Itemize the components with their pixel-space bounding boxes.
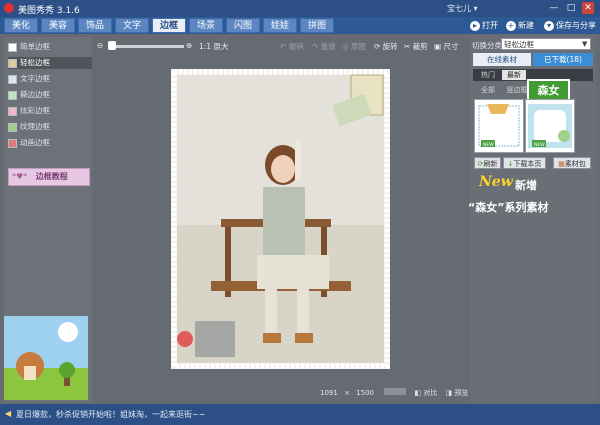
image-height: 1500 [356,389,374,397]
frame-category-texture[interactable]: 纹理边框 [8,121,92,133]
maximize-button[interactable]: □ [565,2,577,14]
filter-all[interactable]: 全部 [476,85,500,95]
frame-category-text[interactable]: 文字边框 [8,73,92,85]
save-icon: ▾ [544,21,554,31]
frame-preview-image: NEW [528,104,572,148]
sparkle-icon: *♥* [12,172,28,181]
promo-add-label: 新增 [515,179,537,192]
times-sign: × [344,389,350,397]
material-pack-button[interactable]: ▦素材包 [553,157,591,169]
ad-thumbnail[interactable] [4,316,88,400]
image-width: 1091 [320,389,338,397]
frame-icon [8,90,17,100]
compare-button[interactable]: ◧ 对比 [414,389,437,397]
zoom-out-icon[interactable]: ⊖ [97,41,103,50]
tab-scene[interactable]: 场景 [189,18,223,33]
actual-size-button[interactable]: 1:1 原大 [199,41,228,52]
tab-online-materials[interactable]: 在线素材 [473,53,531,66]
frame-icon [8,58,17,68]
download-page-button[interactable]: ↓下载本页 [503,157,546,169]
undo-button[interactable]: ↶ 撤销 [280,41,304,52]
tab-text[interactable]: 文字 [115,18,149,33]
plus-icon: + [506,21,516,31]
reset-button[interactable]: ◎ 原图 [342,41,366,52]
user-menu[interactable]: 宝七儿 ▾ [447,3,478,14]
tab-flash[interactable]: 闪图 [226,18,260,33]
frame-category-torn[interactable]: 撕边边框 [8,89,92,101]
category-select[interactable]: 轻松边框 [501,38,591,50]
crop-button[interactable]: ✂ 裁剪 [404,41,428,52]
redo-button[interactable]: ↷ 重做 [312,41,336,52]
zoom-in-icon[interactable]: ⊕ [186,41,192,50]
status-bar: ◀ 夏日爆款，秒杀促销开始啦！姐妹淘，一起来逛街~~ [0,404,600,425]
frame-preview-image: NEW [478,104,520,148]
frame-category-simple[interactable]: 简单边框 [8,41,92,53]
filter-hot[interactable]: 热门 [476,70,500,80]
svg-text:NEW: NEW [483,142,494,148]
frame-tutorial-button[interactable]: *♥* 边框教程 [8,168,90,186]
refresh-button[interactable]: ⟳刷新 [474,157,501,169]
tab-accessories[interactable]: 饰品 [78,18,112,33]
tab-collage[interactable]: 拼图 [300,18,334,33]
size-button[interactable]: ▣ 尺寸 [434,41,458,52]
svg-text:NEW: NEW [534,142,545,148]
chevron-down-icon[interactable]: ▼ [582,40,587,48]
save-share-button[interactable]: ▾ 保存与分享 [544,20,596,31]
frame-icon [8,138,17,148]
tab-frame[interactable]: 边框 [152,18,186,33]
preview-button[interactable]: ◨ 预览 [446,389,469,397]
new-button[interactable]: + 新建 [506,20,534,31]
image-size-bar: 1091 × 1500 ◧ 对比 ◨ 预览 [320,388,468,398]
tab-face[interactable]: 美容 [41,18,75,33]
frame-icon [8,122,17,132]
frame-category-colorful[interactable]: 炫彩边框 [8,105,92,117]
package-icon: ▦ [558,160,565,168]
rotate-button[interactable]: ⟳ 旋转 [374,41,398,52]
frame-icon [8,42,17,52]
filter-latest[interactable]: 最新 [502,70,526,80]
zoom-slider[interactable] [110,45,184,48]
tab-downloaded[interactable]: 已下载(18) [533,53,593,66]
exif-icon[interactable] [384,388,407,395]
frame-category-easy[interactable]: 轻松边框 [8,57,92,69]
category-label: 切换分类 [472,41,502,50]
frame-category-animated[interactable]: 动画边框 [8,137,92,149]
close-button[interactable]: ✕ [582,2,594,14]
cartoon-landscape-icon [4,322,88,400]
app-title: 美图秀秀 3.1.6 [18,6,80,16]
frame-icon [8,106,17,116]
status-ad-text[interactable]: 夏日爆款，秒杀促销开始啦！姐妹淘，一起来逛街~~ [16,409,205,420]
frame-icon [8,74,17,84]
title-bar: 美图秀秀 3.1.6 宝七儿 ▾ — □ ✕ [0,0,600,17]
promo-description: “森女”系列素材 [468,201,549,214]
app-logo-icon [4,3,14,13]
framed-photo-image [171,69,390,369]
open-button[interactable]: ▸ 打开 [470,20,498,31]
main-tab-bar: 美化 美容 饰品 文字 边框 场景 闪图 娃娃 拼图 ▸ 打开 + 新建 ▾ 保存与分… [0,17,600,34]
folder-icon: ▸ [470,21,480,31]
minimize-button[interactable]: — [548,2,560,14]
speaker-icon: ◀ [5,409,12,418]
material-thumbnail[interactable]: NEW [474,99,524,153]
photo-canvas[interactable] [171,69,390,369]
promo-new-label: New [479,174,513,190]
zoom-slider-handle[interactable] [108,41,116,50]
tab-doll[interactable]: 娃娃 [263,18,297,33]
material-thumbnail[interactable]: NEW [525,99,575,153]
tab-beautify[interactable]: 美化 [4,18,38,33]
